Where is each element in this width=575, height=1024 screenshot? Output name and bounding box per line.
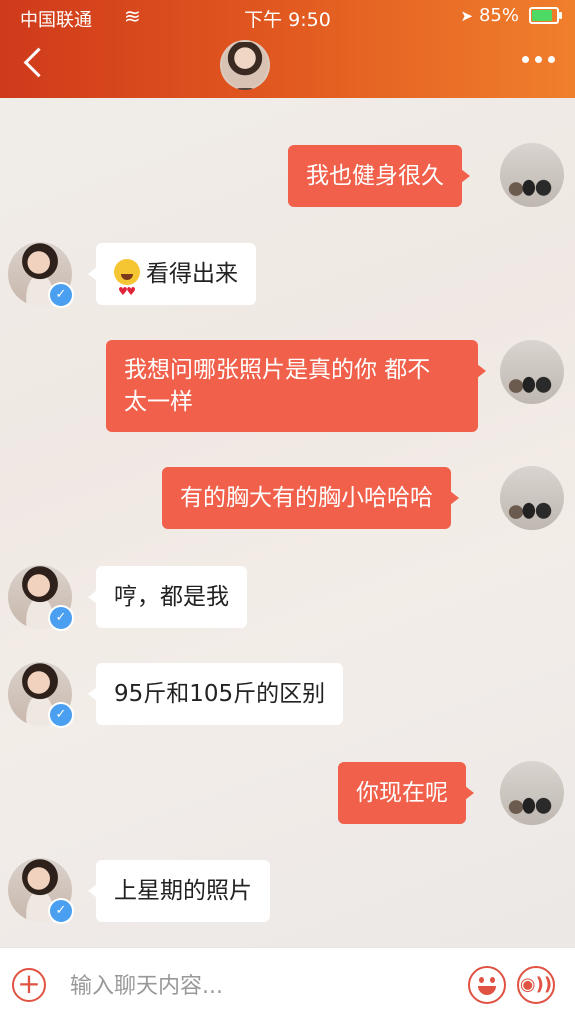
message-text: 95斤和105斤的区别 — [114, 681, 326, 707]
more-options-button[interactable] — [522, 56, 555, 63]
chat-input-bar: + ◉)) — [0, 947, 575, 1024]
message-text: 看得出来 — [146, 261, 238, 287]
verified-badge-icon: ✓ — [48, 605, 74, 631]
back-button[interactable] — [20, 46, 48, 80]
chat-text-input[interactable] — [68, 970, 452, 1002]
my-avatar[interactable] — [500, 143, 564, 207]
my-avatar[interactable] — [500, 340, 564, 404]
voice-button[interactable]: ◉)) — [517, 966, 555, 1004]
message-bubble-outgoing[interactable]: 有的胸大有的胸小哈哈哈 — [162, 467, 459, 529]
message-text-line: 我想问哪张照片是真的你 都不 — [124, 357, 431, 383]
message-text: 有的胸大有的胸小哈哈哈 — [180, 485, 433, 511]
verified-badge-icon: ✓ — [48, 898, 74, 924]
chat-header: 中国联通 ≋ 下午 9:50 ➤ 85% — [0, 0, 575, 98]
message-bubble-outgoing[interactable]: 我想问哪张照片是真的你 都不 太一样 — [106, 340, 486, 432]
more-dot-icon — [522, 56, 529, 63]
plus-button[interactable]: + — [12, 968, 46, 1002]
battery-icon — [529, 7, 562, 24]
location-arrow-icon: ➤ — [460, 6, 473, 25]
verified-badge-icon: ✓ — [48, 282, 74, 308]
message-bubble-incoming[interactable]: 95斤和105斤的区别 — [87, 663, 344, 725]
battery-percent: 85% — [478, 5, 519, 26]
status-bar: 中国联通 ≋ 下午 9:50 ➤ 85% — [0, 0, 575, 34]
smiley-icon — [478, 986, 496, 995]
message-text: 上星期的照片 — [114, 878, 252, 904]
message-text: 你现在呢 — [356, 780, 448, 806]
message-bubble-outgoing[interactable]: 你现在呢 — [338, 762, 474, 824]
message-text-line: 太一样 — [124, 389, 193, 415]
my-avatar[interactable] — [500, 466, 564, 530]
message-bubble-incoming[interactable]: 哼，都是我 — [88, 566, 247, 628]
message-text: 哼，都是我 — [114, 584, 229, 610]
message-bubble-incoming[interactable]: 上星期的照片 — [88, 860, 270, 922]
more-dot-icon — [548, 56, 555, 63]
contact-avatar[interactable] — [220, 40, 270, 90]
chat-screen: 中国联通 ≋ 下午 9:50 ➤ 85% 我也健身很久 ✓ 看得出来 我想问哪张… — [0, 0, 575, 1024]
status-right: ➤ 85% — [460, 5, 562, 26]
message-bubble-incoming[interactable]: 看得出来 — [88, 243, 256, 323]
message-text: 我也健身很久 — [306, 163, 444, 189]
verified-badge-icon: ✓ — [48, 702, 74, 728]
heart-eyes-emoji-icon — [114, 259, 140, 323]
message-bubble-outgoing[interactable]: 我也健身很久 — [288, 145, 470, 207]
my-avatar[interactable] — [500, 761, 564, 825]
more-dot-icon — [535, 56, 542, 63]
emoji-button[interactable] — [468, 966, 506, 1004]
